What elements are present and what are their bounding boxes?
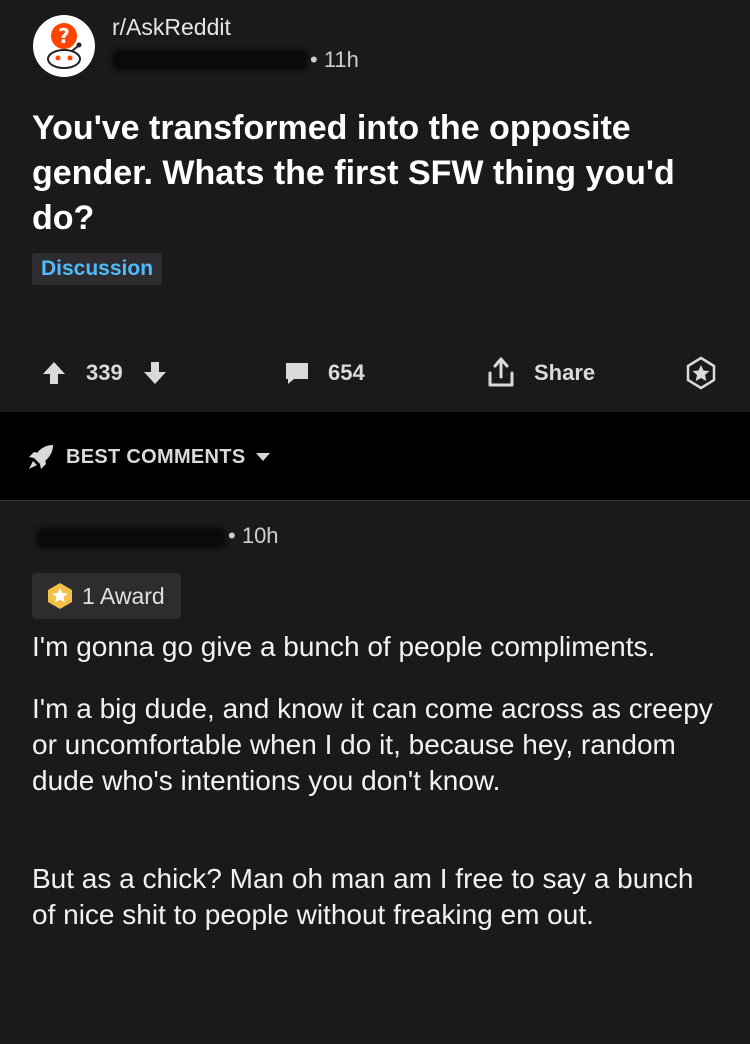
share-icon (488, 357, 514, 387)
rocket-icon (29, 445, 53, 469)
comment-body: I'm gonna go give a bunch of people comp… (32, 629, 722, 933)
post-title[interactable]: You've transformed into the opposite gen… (32, 106, 722, 241)
comment-meta: • 10h (32, 523, 292, 551)
arrow-up-icon[interactable] (40, 359, 68, 387)
post-header: ? r/AskReddit • 11h You've transformed i… (0, 0, 750, 412)
askreddit-snoo-icon[interactable]: ? (32, 14, 96, 78)
svg-text:?: ? (58, 24, 70, 48)
post-meta: • 11h (112, 47, 372, 73)
post-time: • 11h (310, 47, 359, 72)
award-button[interactable] (684, 350, 718, 396)
post-action-bar: 339 654 Share (0, 350, 750, 396)
upvote-count: 339 (86, 360, 123, 385)
award-label: 1 Award (82, 582, 165, 609)
subreddit-name[interactable]: r/AskReddit (112, 14, 231, 41)
comments-sort-bar: BEST COMMENTS (0, 412, 750, 501)
comment-paragraph: But as a chick? Man oh man am I free to … (32, 863, 694, 930)
share-button[interactable]: Share (484, 350, 595, 396)
share-label: Share (534, 360, 596, 385)
redacted-username (36, 527, 226, 549)
comment-award-badge[interactable]: 1 Award (32, 573, 181, 619)
sort-dropdown[interactable]: BEST COMMENTS (26, 442, 271, 472)
award-star-icon (686, 356, 716, 390)
redacted-username (112, 49, 308, 71)
caret-down-icon (256, 453, 271, 461)
comments-button[interactable]: 654 (282, 350, 365, 396)
award-star-icon (48, 583, 72, 609)
vote-controls: 339 (40, 350, 169, 396)
comment: • 10h 1 Award I'm gonna go give a bunch … (0, 501, 750, 1044)
post-flair[interactable]: Discussion (32, 253, 163, 285)
comment-paragraph: I'm a big dude, and know it can come acr… (32, 693, 713, 796)
arrow-down-icon[interactable] (141, 359, 169, 387)
sort-label: BEST COMMENTS (66, 445, 246, 468)
comment-bubble-icon (286, 363, 308, 384)
comment-time: • 10h (228, 523, 279, 548)
comment-paragraph: I'm gonna go give a bunch of people comp… (32, 631, 656, 662)
comment-count: 654 (328, 360, 365, 385)
